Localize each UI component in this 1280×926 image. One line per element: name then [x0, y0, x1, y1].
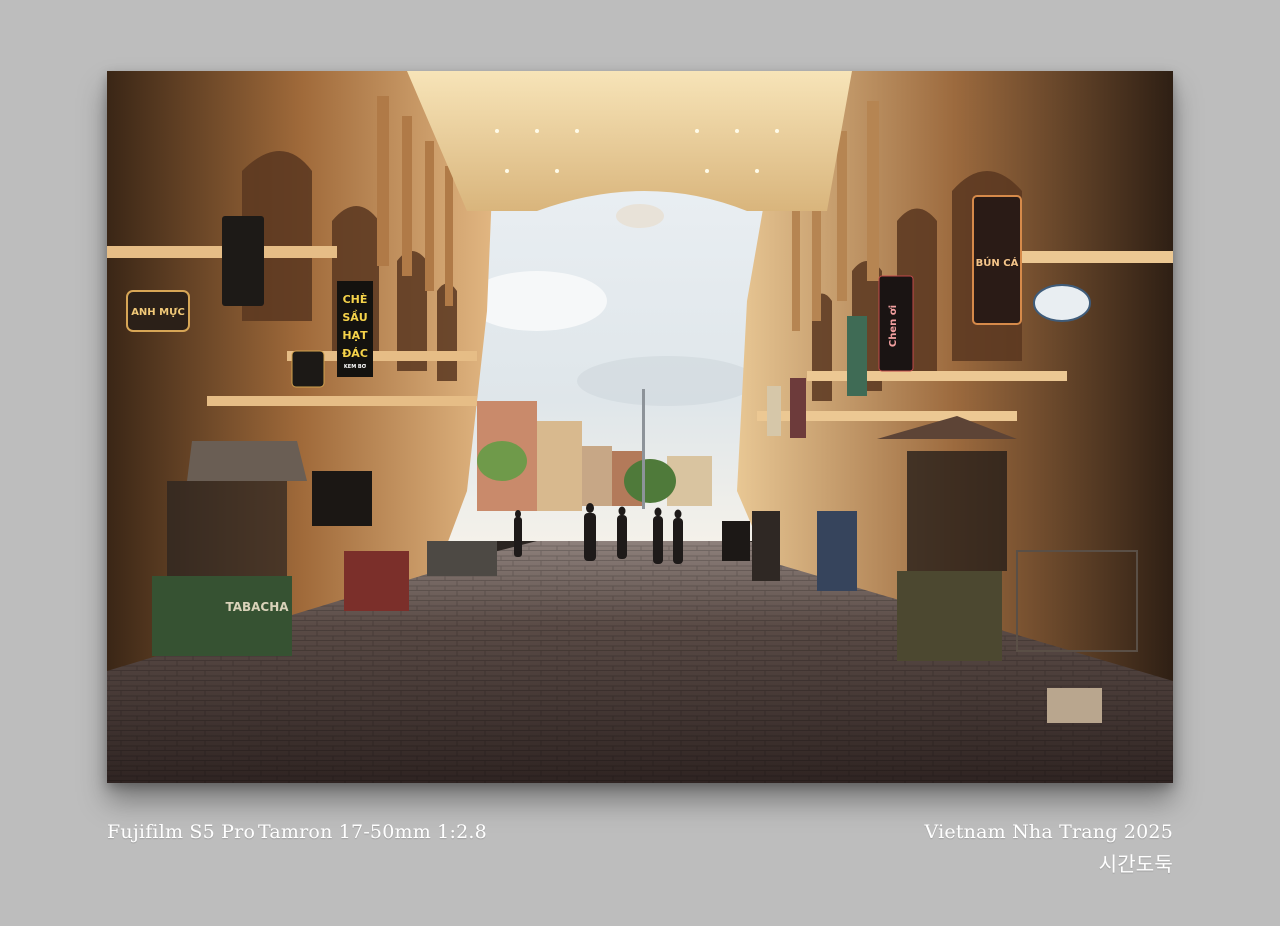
svg-text:BÚN CÁ: BÚN CÁ: [976, 256, 1019, 269]
ceiling-lamp: [616, 204, 664, 228]
anh-muc-sign: ANH MỰC: [126, 290, 190, 332]
kiosk: [752, 511, 780, 581]
pale-sign: [767, 386, 781, 436]
bun-ca-sign: BÚN CÁ: [972, 195, 1022, 325]
svg-text:Chen ơi: Chen ơi: [888, 305, 899, 347]
stall-counter: [312, 471, 372, 526]
ceiling: [407, 71, 852, 211]
che-sign: CHÈ SẦU HẠT ĐÁC KEM BƠ: [337, 281, 373, 377]
oval-sign: [1033, 284, 1091, 322]
display-case: [817, 511, 857, 591]
svg-text:HẠT: HẠT: [342, 329, 368, 342]
lens-caption: Tamron 17-50mm 1:2.8: [258, 821, 487, 843]
distant-building: [582, 446, 612, 506]
red-sign: [790, 378, 806, 438]
red-cart: [344, 551, 409, 611]
place-caption: Vietnam Nha Trang 2025: [924, 821, 1173, 843]
tree: [624, 459, 676, 503]
svg-text:ĐÁC: ĐÁC: [342, 347, 368, 360]
hanging-sign: [222, 216, 264, 306]
box: [1047, 688, 1102, 723]
stall: [427, 541, 497, 576]
street-photo: ANH MỰC CHÈ SẦU HẠT ĐÁC KEM BƠ Chen ơi B…: [107, 71, 1173, 783]
camera-caption: Fujifilm S5 Pro: [107, 821, 256, 843]
svg-text:TABACHA: TABACHA: [225, 600, 289, 614]
chen-oi-sign: Chen ơi: [878, 275, 914, 372]
menu-board: [722, 521, 750, 561]
cloud: [577, 356, 757, 406]
lamp-pole: [642, 389, 645, 509]
green-sign: [847, 316, 867, 396]
svg-text:SẦU: SẦU: [342, 310, 367, 324]
round-sign: [291, 350, 325, 388]
distant-building: [537, 421, 582, 511]
author-caption: 시간도둑: [1098, 852, 1173, 876]
svg-text:KEM BƠ: KEM BƠ: [344, 364, 367, 370]
street-scene: ANH MỰC CHÈ SẦU HẠT ĐÁC KEM BƠ Chen ơi B…: [107, 71, 1173, 783]
palm-tree: [477, 441, 527, 481]
svg-text:CHÈ: CHÈ: [343, 293, 368, 306]
svg-text:ANH MỰC: ANH MỰC: [131, 307, 185, 318]
